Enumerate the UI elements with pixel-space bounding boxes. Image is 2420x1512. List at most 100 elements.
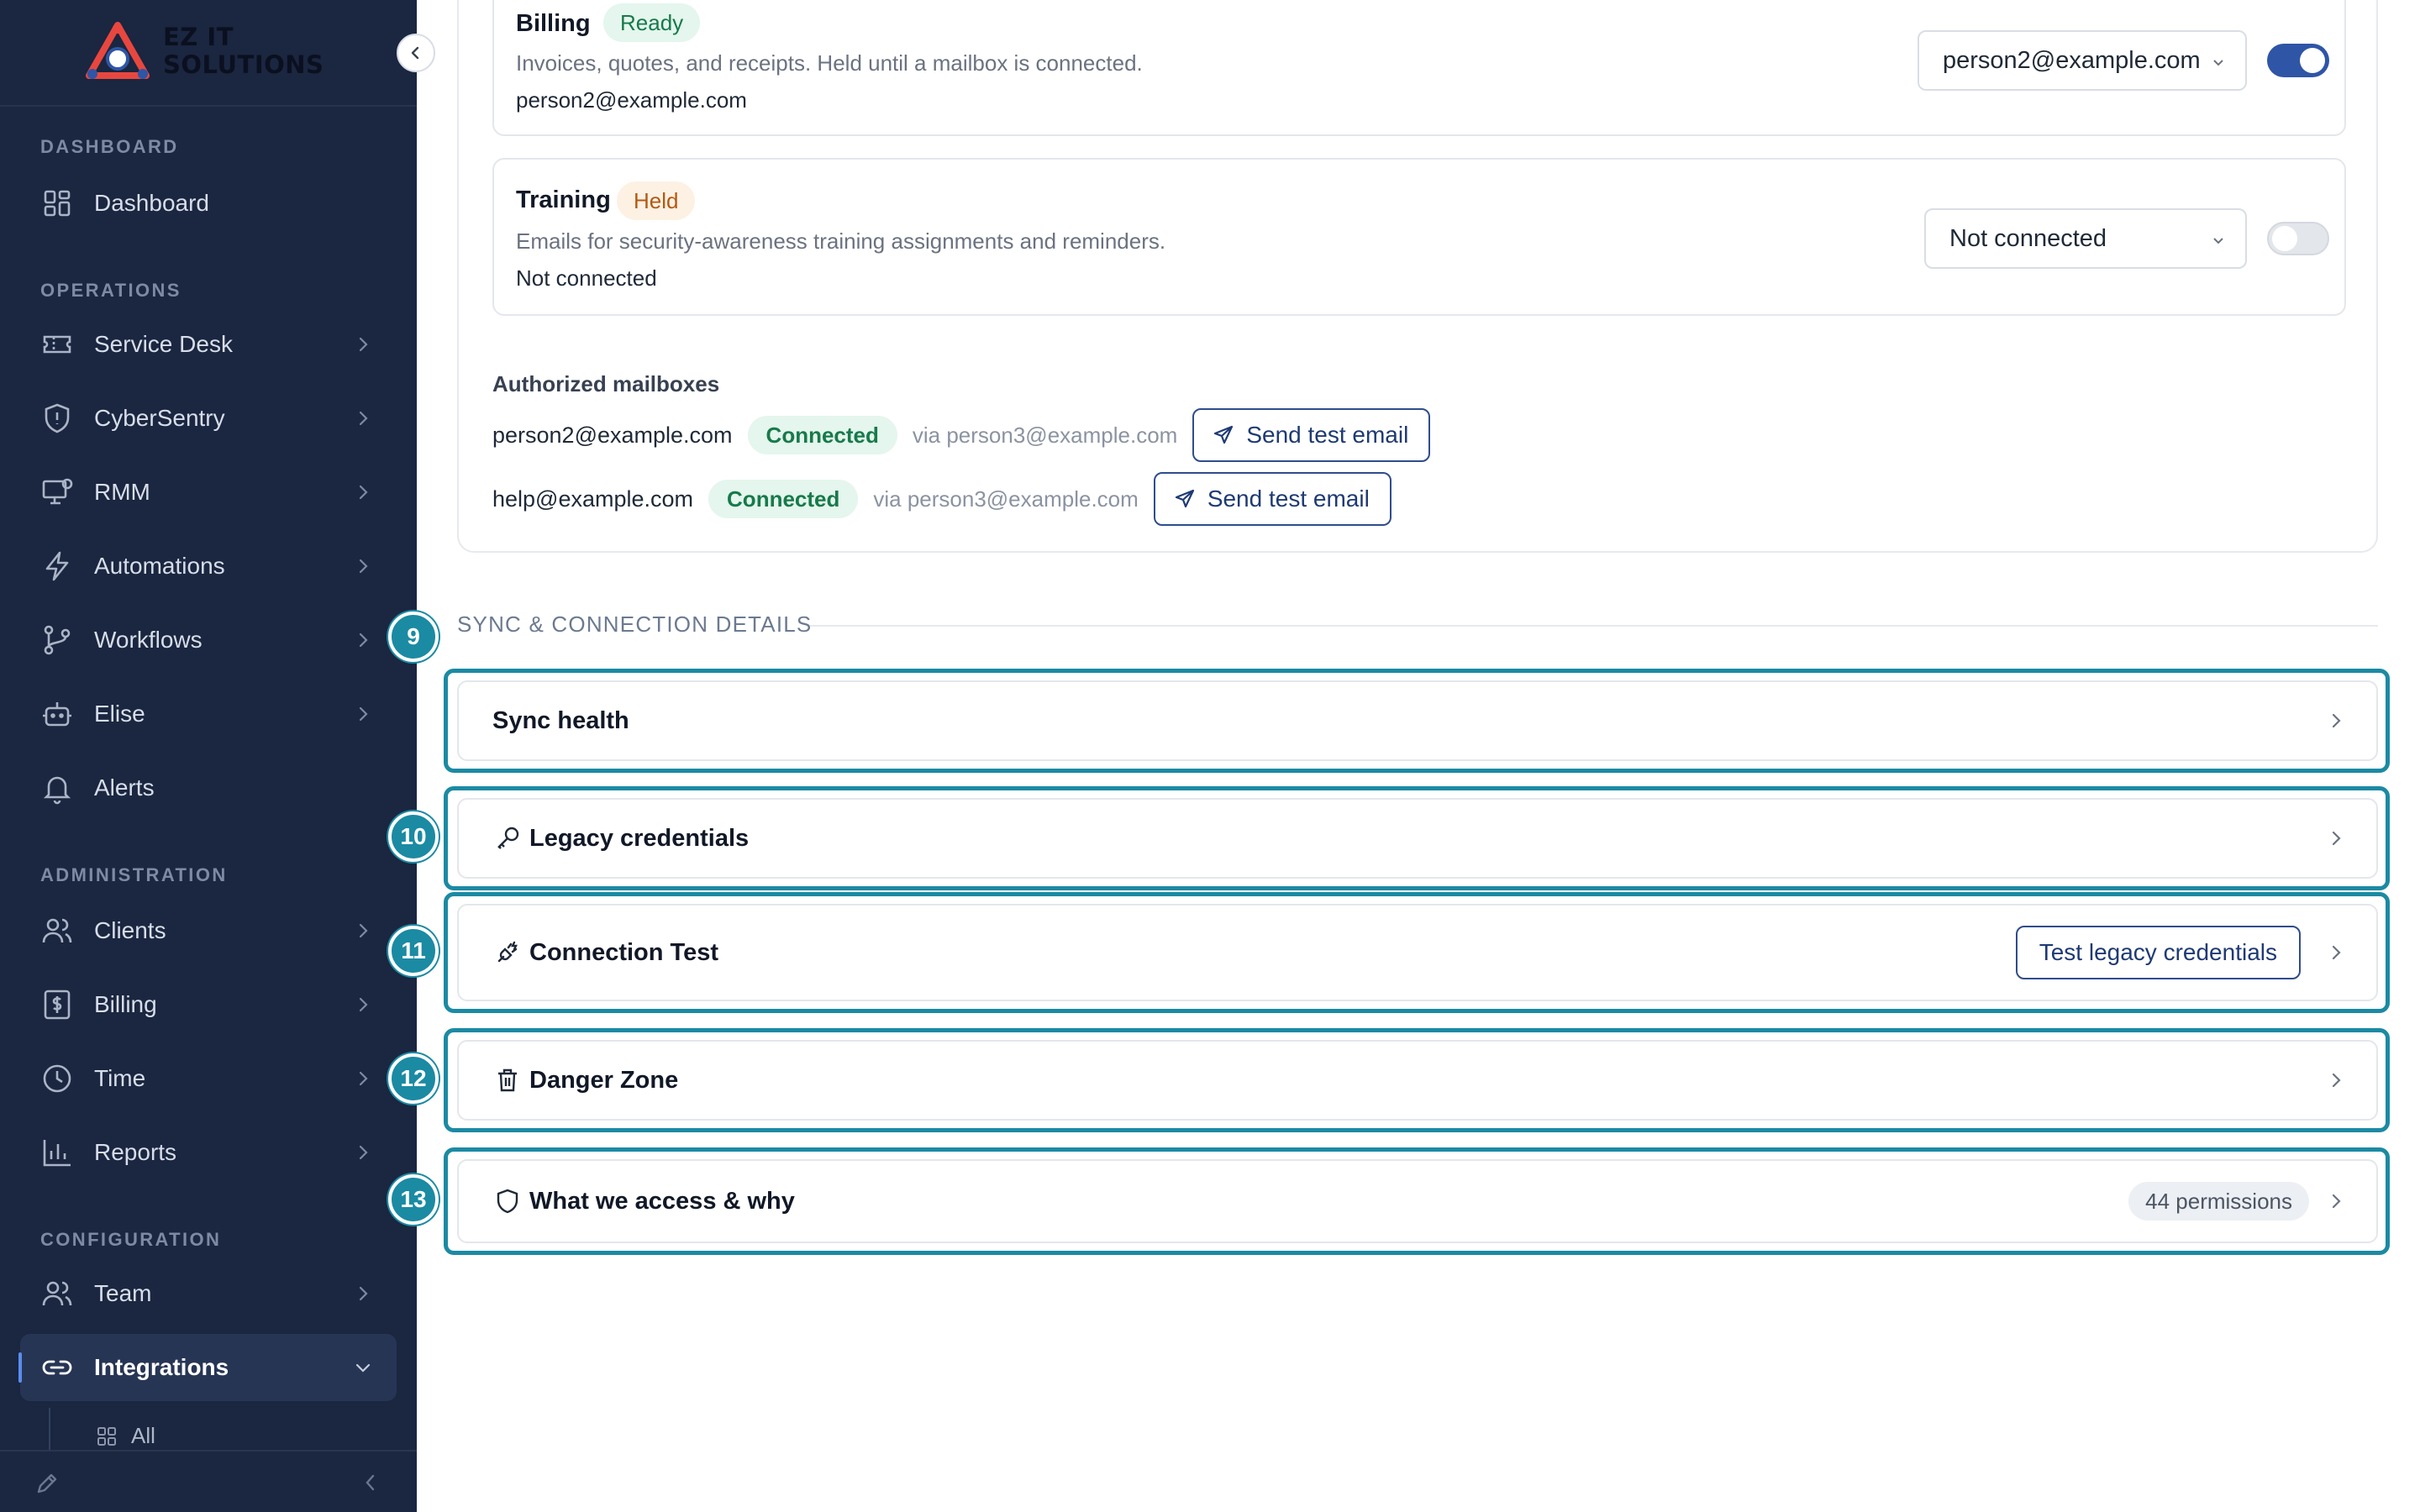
test-legacy-credentials-button[interactable]: Test legacy credentials: [2015, 926, 2301, 979]
sidebar-footer: [0, 1450, 417, 1512]
chevron-right-icon: [359, 706, 368, 722]
access-permissions-accordion[interactable]: What we access & why 44 permissions: [457, 1159, 2378, 1243]
via-text: via person3@example.com: [912, 422, 1178, 448]
sidebar-subitem-all[interactable]: All: [96, 1423, 155, 1449]
chevron-right-icon: [2332, 1194, 2341, 1209]
team-icon: [42, 1281, 72, 1306]
send-icon: [1214, 425, 1234, 444]
active-indicator: [18, 1352, 22, 1383]
sidebar-item-alerts[interactable]: Alerts: [20, 754, 397, 822]
plug-icon: [497, 941, 518, 963]
send-test-email-button[interactable]: Send test email: [1192, 408, 1431, 462]
legacy-credentials-accordion[interactable]: Legacy credentials: [457, 798, 2378, 879]
training-mailbox-select[interactable]: Not connected: [1924, 208, 2247, 269]
sidebar-item-label: Integrations: [94, 1354, 229, 1380]
select-value: Not connected: [1949, 225, 2107, 252]
step-marker: 12: [388, 1053, 439, 1104]
chevron-right-icon: [2332, 831, 2341, 846]
sidebar-item-billing[interactable]: Billing: [20, 971, 397, 1038]
sidebar-item-integrations[interactable]: Integrations: [18, 1334, 397, 1401]
accordion-title: Sync health: [492, 706, 629, 734]
sidebar-item-label: RMM: [94, 479, 150, 505]
category-description: Invoices, quotes, and receipts. Held unt…: [516, 50, 1143, 76]
chevron-left-icon[interactable]: [360, 1472, 381, 1494]
ticket-icon: [43, 335, 71, 354]
section-label-configuration: CONFIGURATION: [40, 1229, 222, 1250]
clock-icon: [43, 1064, 71, 1093]
sidebar-item-label: Reports: [94, 1139, 177, 1165]
sidebar-item-cybersentry[interactable]: CyberSentry: [20, 385, 397, 452]
step-marker: 13: [388, 1174, 439, 1225]
accordion-title: Legacy credentials: [529, 824, 750, 852]
connected-badge: Connected: [747, 416, 897, 454]
sidebar-item-label: Team: [94, 1280, 152, 1306]
section-label-administration: ADMINISTRATION: [40, 864, 228, 885]
accordion-title: What we access & why: [529, 1187, 795, 1215]
chevron-right-icon: [359, 923, 368, 938]
connection-test-accordion[interactable]: Connection Test Test legacy credentials: [457, 904, 2378, 1001]
link-icon: [42, 1360, 72, 1375]
training-enable-toggle[interactable]: [2267, 222, 2329, 255]
section-label-operations: OPERATIONS: [40, 280, 182, 301]
sidebar-subitem-label: All: [131, 1423, 155, 1448]
sidebar-item-label: Clients: [94, 917, 166, 943]
permissions-count-badge: 44 permissions: [2128, 1182, 2309, 1221]
sidebar-item-clients[interactable]: Clients: [20, 897, 397, 964]
sidebar-item-dashboard[interactable]: Dashboard: [20, 170, 397, 237]
sidebar-item-label: Workflows: [94, 627, 203, 653]
mailbox-email: person2@example.com: [492, 422, 733, 448]
chevron-right-icon: [359, 1286, 368, 1301]
sync-health-accordion[interactable]: Sync health: [457, 680, 2378, 761]
accordion-title: Danger Zone: [529, 1066, 679, 1094]
chevron-right-icon: [359, 411, 368, 426]
mailbox-category-billing: Billing Ready Invoices, quotes, and rece…: [492, 0, 2346, 136]
billing-mailbox-select[interactable]: person2@example.com: [1918, 30, 2247, 91]
chevron-left-icon: [411, 46, 419, 60]
bell-icon: [43, 776, 71, 805]
sidebar-item-reports[interactable]: Reports: [20, 1119, 397, 1186]
collapse-sidebar-button[interactable]: [397, 34, 435, 72]
sidebar-item-time[interactable]: Time: [20, 1045, 397, 1112]
main-content: Billing Ready Invoices, quotes, and rece…: [388, 0, 2420, 1512]
step-marker: 10: [388, 811, 439, 862]
authorized-mailboxes-heading: Authorized mailboxes: [492, 371, 720, 396]
chevron-right-icon: [2332, 713, 2341, 728]
billing-enable-toggle[interactable]: [2267, 44, 2329, 77]
mailbox-category-training: Training Held Emails for security-awaren…: [492, 158, 2346, 316]
brand-name: EZ IT SOLUTIONS: [163, 23, 324, 79]
authorized-mailbox-row: person2@example.com Connected via person…: [492, 408, 1431, 462]
chevron-right-icon: [359, 1071, 368, 1086]
sidebar-item-service-desk[interactable]: Service Desk: [20, 311, 397, 378]
brand-logo-icon: [86, 22, 150, 79]
sidebar-item-team[interactable]: Team: [20, 1260, 397, 1327]
section-divider: [810, 625, 2378, 627]
chevron-down-icon: [355, 1363, 371, 1373]
category-description: Emails for security-awareness training a…: [516, 228, 1166, 254]
category-title: Training: [516, 186, 611, 213]
chevron-right-icon: [2332, 945, 2341, 960]
sidebar-item-label: Elise: [94, 701, 145, 727]
chevron-right-icon: [359, 997, 368, 1012]
section-label-dashboard: DASHBOARD: [40, 136, 179, 157]
sidebar-item-label: Service Desk: [94, 331, 233, 357]
sidebar-item-rmm[interactable]: RMM: [20, 459, 397, 526]
sidebar-item-workflows[interactable]: Workflows: [20, 606, 397, 674]
chevron-down-icon: [2213, 238, 2223, 244]
sidebar-item-automations[interactable]: Automations: [20, 533, 397, 600]
category-title: Billing: [516, 10, 591, 37]
sidebar-item-elise[interactable]: Elise: [20, 680, 397, 748]
dollar-icon: [44, 990, 71, 1020]
shield-icon: [497, 1189, 518, 1214]
toggle-knob: [2300, 48, 2325, 73]
chevron-right-icon: [359, 633, 368, 648]
sidebar-item-label: Automations: [94, 553, 225, 579]
robot-icon: [43, 702, 71, 727]
sidebar-item-label: Dashboard: [94, 190, 209, 216]
users-icon: [42, 918, 72, 943]
pencil-icon[interactable]: [34, 1470, 60, 1497]
sidebar: EZ IT SOLUTIONS DASHBOARD Dashboard OPER…: [0, 0, 435, 1512]
connected-badge: Connected: [708, 480, 859, 518]
bar-chart-icon: [43, 1140, 71, 1167]
send-test-email-button[interactable]: Send test email: [1153, 472, 1392, 526]
danger-zone-accordion[interactable]: Danger Zone: [457, 1040, 2378, 1121]
